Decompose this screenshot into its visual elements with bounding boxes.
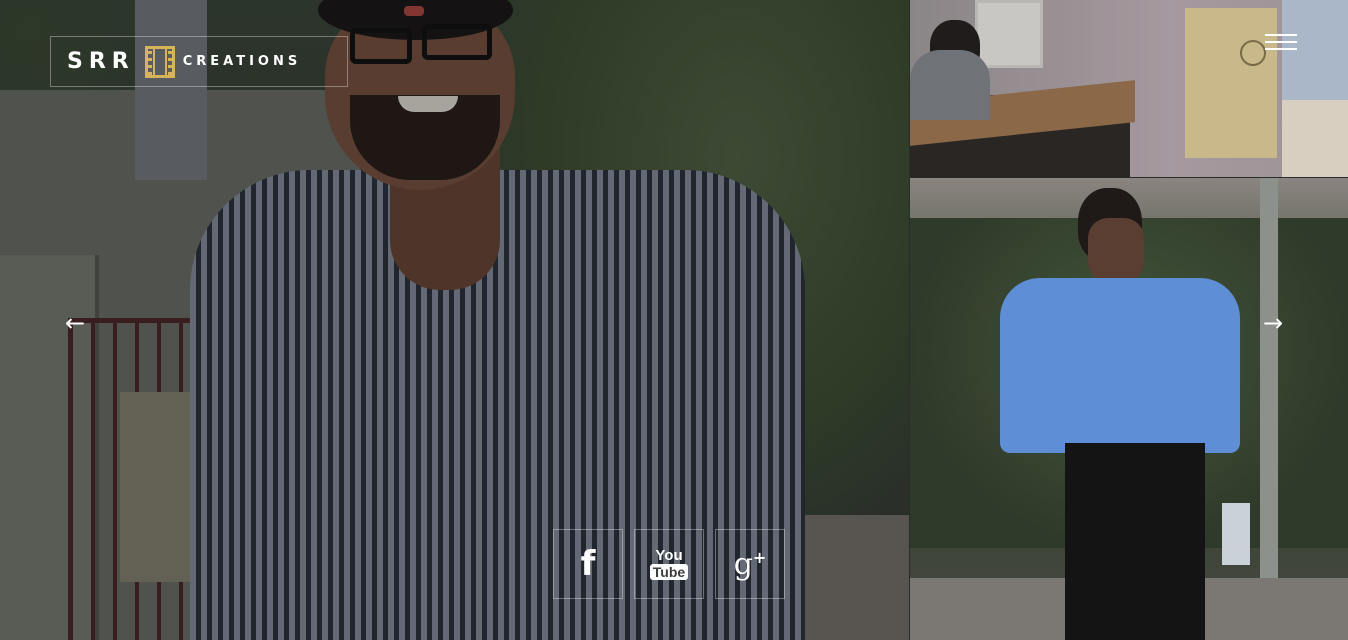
facebook-icon: f xyxy=(580,544,596,584)
prev-slide-arrow-icon[interactable]: ← xyxy=(60,311,90,335)
menu-line xyxy=(1265,34,1297,36)
hamburger-menu-icon[interactable] xyxy=(1263,30,1299,54)
social-links: f You Tube g+ xyxy=(553,529,785,599)
film-strip-icon xyxy=(144,45,175,78)
youtube-icon-top: You xyxy=(655,547,683,564)
menu-line xyxy=(1265,41,1297,43)
google-plus-letter: g xyxy=(733,546,753,582)
next-slide-arrow-icon[interactable]: → xyxy=(1258,311,1288,335)
google-plus-button[interactable]: g+ xyxy=(715,529,785,599)
brand-logo[interactable]: SRR CREATIONS xyxy=(50,36,348,87)
hero-slider: SRR CREATIONS ← → f You Tube g+ xyxy=(0,0,1348,640)
slide-image-thumb-bottom xyxy=(910,178,1348,640)
youtube-button[interactable]: You Tube xyxy=(634,529,704,599)
google-plus-sign: + xyxy=(752,547,767,567)
brand-subtitle: CREATIONS xyxy=(182,54,302,69)
menu-line xyxy=(1265,48,1297,50)
youtube-icon: You Tube xyxy=(649,547,689,580)
youtube-icon-bottom: Tube xyxy=(649,564,689,580)
google-plus-icon: g+ xyxy=(734,547,767,582)
brand-name: SRR xyxy=(67,49,135,74)
facebook-button[interactable]: f xyxy=(553,529,623,599)
slide-image-thumb-top xyxy=(910,0,1348,177)
